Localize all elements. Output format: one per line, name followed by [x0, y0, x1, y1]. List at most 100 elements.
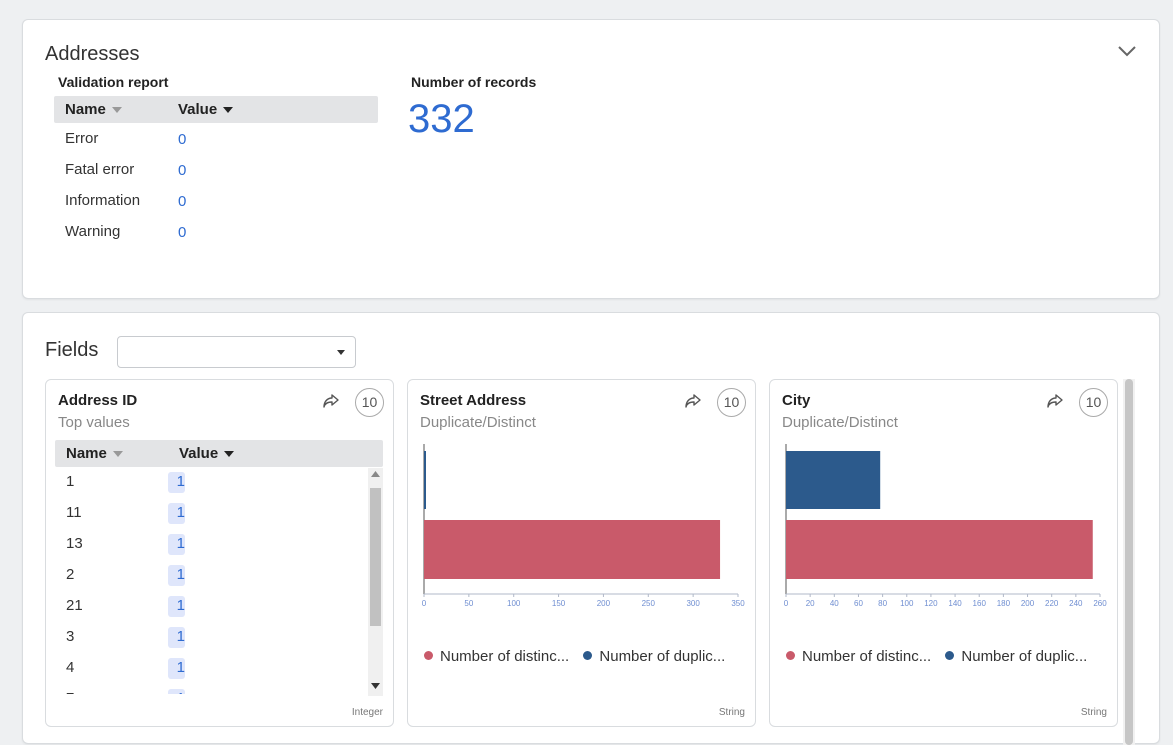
scrollbar-thumb[interactable]	[1125, 379, 1133, 745]
list-item-name: 13	[66, 535, 83, 552]
card-subtitle: Top values	[58, 414, 130, 431]
list-item-value[interactable]: 1	[168, 627, 185, 648]
list-item-name: 4	[66, 659, 75, 676]
sort-icon	[111, 107, 122, 114]
sort-desc-icon	[224, 451, 235, 458]
legend-item-distinct[interactable]: Number of distinc...	[424, 648, 569, 665]
card-subtitle: Duplicate/Distinct	[782, 414, 898, 431]
share-icon[interactable]	[322, 393, 340, 409]
x-tick-label: 60	[854, 599, 863, 608]
validation-row-value[interactable]: 0	[178, 131, 186, 148]
validation-table-header: Name Value	[54, 96, 378, 123]
duplicate-distinct-chart: 0 50 100 150 200 250 300 350	[422, 444, 745, 608]
validation-row-name: Error	[65, 130, 99, 147]
fields-label: Fields	[45, 339, 99, 361]
records-label: Number of records	[411, 74, 537, 90]
chevron-down-icon	[337, 350, 345, 355]
value-column-header[interactable]: Value	[179, 445, 235, 462]
sort-icon	[112, 451, 123, 458]
list-item-value[interactable]: 1	[168, 565, 185, 586]
records-count: 332	[408, 97, 475, 141]
x-tick-label: 350	[731, 599, 745, 608]
list-item-name: 7	[66, 690, 74, 694]
share-icon[interactable]	[1046, 393, 1064, 409]
list-scrollbar[interactable]	[368, 468, 383, 696]
fields-select[interactable]	[117, 336, 356, 368]
x-tick-label: 160	[973, 599, 987, 608]
top-count-badge[interactable]: 10	[1079, 388, 1108, 417]
legend-item-duplicate[interactable]: Number of duplic...	[945, 648, 1087, 665]
value-column-header[interactable]: Value	[178, 101, 234, 118]
list-item-name: 3	[66, 628, 75, 645]
card-title: City	[782, 392, 811, 409]
sort-desc-icon	[223, 107, 234, 114]
field-card-street-address: Street Address Duplicate/Distinct 10 0 50…	[407, 379, 756, 727]
x-tick-label: 200	[597, 599, 611, 608]
duplicate-distinct-chart: 0 20 40 60 80 100 120 140 160 180 200 220 240 260	[784, 444, 1107, 608]
validation-row-name: Warning	[65, 223, 121, 240]
list-item-name: 21	[66, 597, 83, 614]
x-tick-label: 0	[422, 599, 427, 608]
validation-row-name: Information	[65, 192, 141, 209]
top-values-list: 1 1 11 1 13 1 2 1 21 1 3 1 4 1 7 1	[46, 468, 366, 694]
x-tick-label: 100	[507, 599, 521, 608]
field-card-city: City Duplicate/Distinct 10 0 20 40 60 80 100 1…	[769, 379, 1118, 727]
x-tick-label: 40	[830, 599, 839, 608]
card-subtitle: Duplicate/Distinct	[420, 414, 536, 431]
scroll-down-icon[interactable]	[371, 683, 380, 689]
top-count-badge[interactable]: 10	[355, 388, 384, 417]
panel-title: Addresses	[45, 43, 140, 65]
list-item-value[interactable]: 1	[168, 534, 185, 555]
x-tick-label: 140	[948, 599, 962, 608]
chart-legend: Number of distinc... Number of duplic...	[424, 648, 725, 665]
field-type-label: String	[718, 707, 745, 718]
x-tick-label: 20	[806, 599, 815, 608]
bar-duplicates[interactable]	[786, 451, 881, 509]
x-tick-label: 260	[1093, 599, 1107, 608]
field-type-label: String	[1080, 707, 1107, 718]
top-count-badge[interactable]: 10	[717, 388, 746, 417]
validation-row-value[interactable]: 0	[178, 224, 186, 241]
card-title: Street Address	[420, 392, 527, 409]
x-tick-label: 250	[642, 599, 656, 608]
list-item-value[interactable]: 1	[168, 689, 185, 694]
card-title: Address ID	[58, 392, 138, 409]
field-type-label: Integer	[351, 707, 383, 718]
validation-report-title: Validation report	[58, 74, 169, 90]
x-tick-label: 0	[784, 599, 789, 608]
list-item-name: 1	[66, 473, 75, 490]
list-item-value[interactable]: 1	[168, 503, 185, 524]
x-tick-label: 50	[464, 599, 473, 608]
scroll-up-icon[interactable]	[371, 471, 380, 477]
scrollbar-thumb[interactable]	[370, 488, 381, 626]
list-item-name: 11	[66, 504, 82, 521]
top-values-table-header: Name Value	[55, 440, 383, 467]
validation-row-value[interactable]: 0	[178, 193, 186, 210]
validation-row-value[interactable]: 0	[178, 162, 186, 179]
list-item-name: 2	[66, 566, 75, 583]
share-icon[interactable]	[684, 393, 702, 409]
addresses-panel: Addresses Validation report Name Value E…	[22, 19, 1160, 299]
legend-item-distinct[interactable]: Number of distinc...	[786, 648, 931, 665]
bar-distinct[interactable]	[424, 520, 721, 579]
bar-duplicates[interactable]	[424, 451, 426, 509]
name-column-header[interactable]: Name	[65, 101, 122, 118]
x-tick-label: 180	[997, 599, 1011, 608]
chart-legend: Number of distinc... Number of duplic...	[786, 648, 1087, 665]
x-tick-label: 100	[900, 599, 914, 608]
x-tick-label: 240	[1069, 599, 1083, 608]
legend-item-duplicate[interactable]: Number of duplic...	[583, 648, 725, 665]
list-item-value[interactable]: 1	[168, 472, 185, 493]
x-tick-label: 150	[552, 599, 566, 608]
x-tick-label: 120	[924, 599, 938, 608]
chevron-down-icon[interactable]	[1117, 44, 1137, 58]
fields-panel: Fields Address ID Top values 10 Name Val…	[22, 312, 1160, 745]
x-tick-label: 300	[686, 599, 700, 608]
fields-scrollbar[interactable]	[1123, 379, 1135, 745]
list-item-value[interactable]: 1	[168, 658, 185, 679]
x-tick-label: 80	[878, 599, 887, 608]
bar-distinct[interactable]	[786, 520, 1093, 579]
list-item-value[interactable]: 1	[168, 596, 185, 617]
name-column-header[interactable]: Name	[66, 445, 123, 462]
field-card-address-id: Address ID Top values 10 Name Value 1 1 …	[45, 379, 394, 727]
